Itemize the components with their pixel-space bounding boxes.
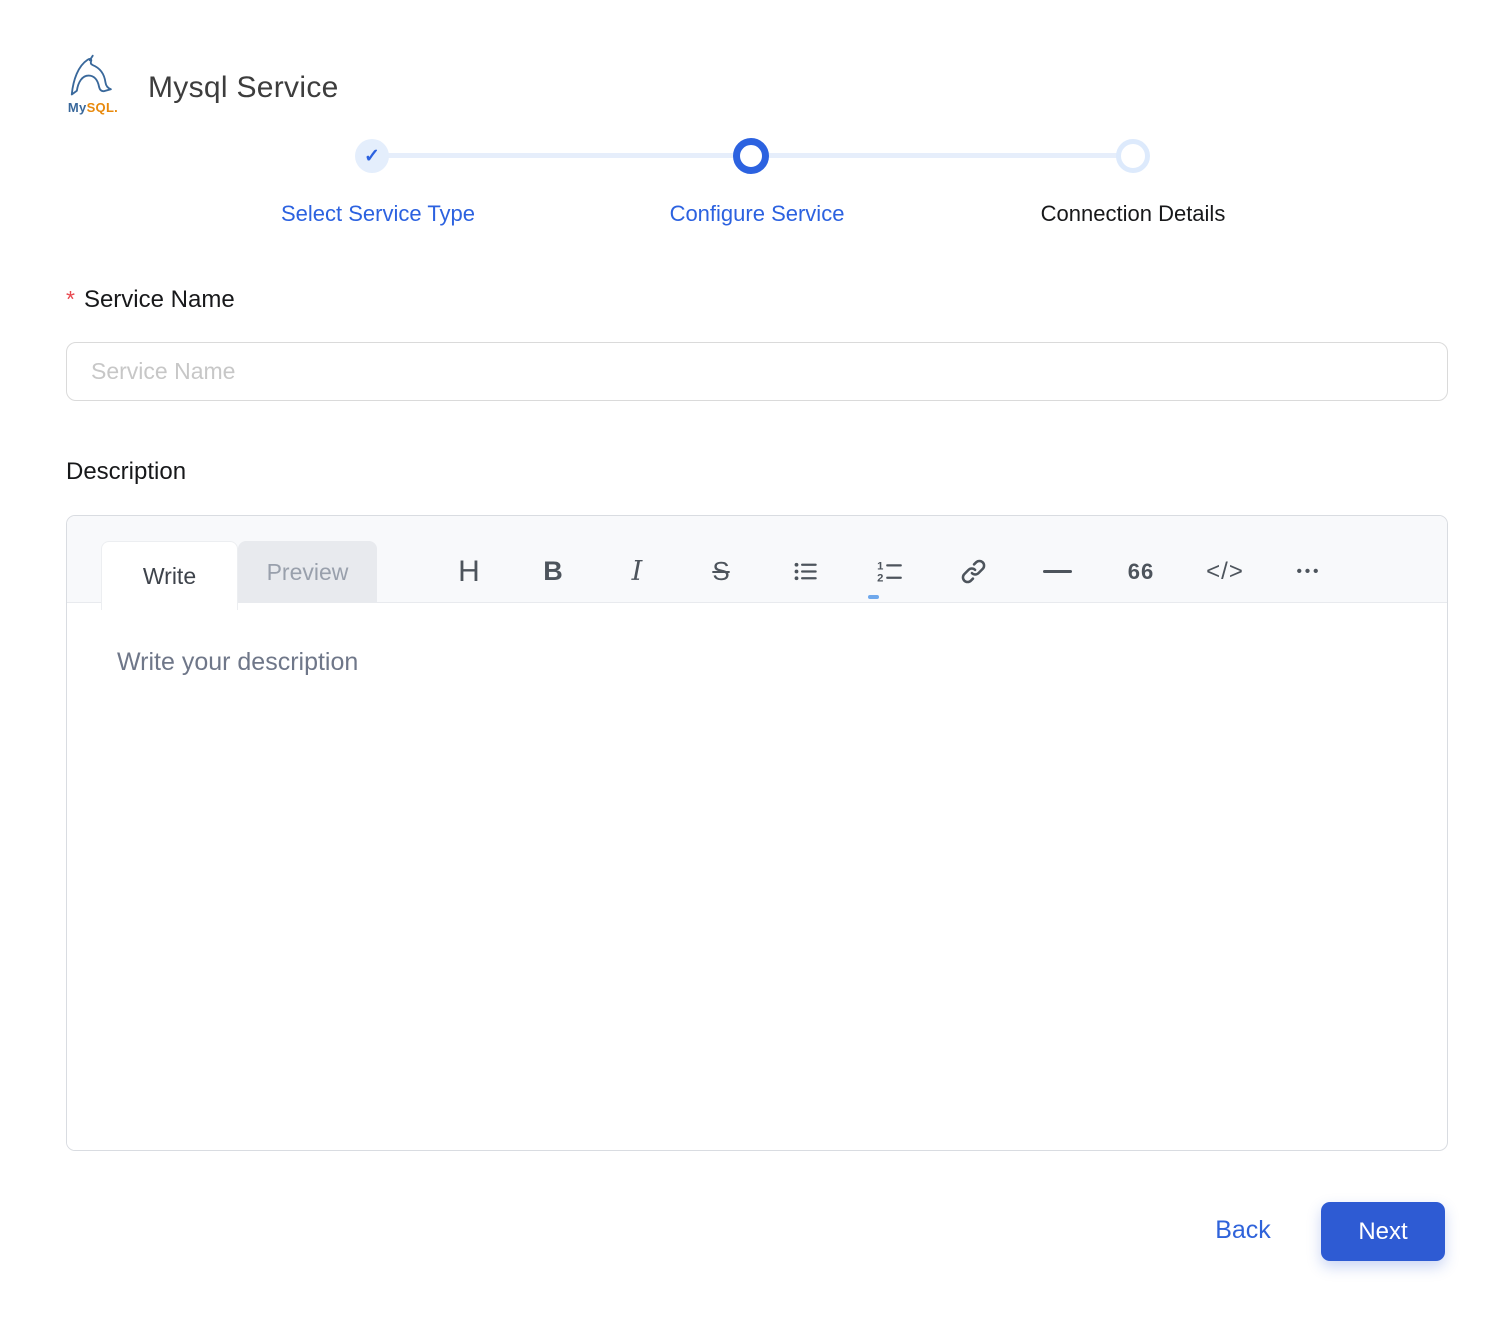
strikethrough-button[interactable]: S	[679, 540, 763, 603]
ordered-list-active-marker	[868, 595, 879, 599]
back-button[interactable]: Back	[1198, 1216, 1288, 1245]
page-title: Mysql Service	[148, 71, 339, 105]
horizontal-rule-icon	[1043, 570, 1072, 573]
link-button[interactable]	[931, 540, 1015, 603]
formatting-toolbar: H B I S 1 2	[427, 540, 1351, 603]
quote-button[interactable]: 66	[1099, 540, 1183, 603]
quote-icon: 66	[1128, 559, 1154, 585]
code-icon: </>	[1206, 558, 1244, 586]
mysql-dolphin-icon	[65, 52, 121, 100]
step-label-select-service-type[interactable]: Select Service Type	[218, 201, 538, 227]
unordered-list-icon	[792, 558, 819, 585]
service-name-input[interactable]	[66, 342, 1448, 401]
unordered-list-button[interactable]	[763, 540, 847, 603]
horizontal-rule-button[interactable]	[1015, 540, 1099, 603]
description-label: Description	[66, 458, 186, 486]
logo-text-my: My	[68, 100, 87, 115]
tab-write[interactable]: Write	[101, 541, 238, 610]
step-circle-connection-details[interactable]	[1116, 139, 1150, 173]
strikethrough-icon: S	[712, 556, 729, 587]
editor-toolbar: Write Preview H B I S 1 2	[67, 516, 1447, 603]
description-textarea[interactable]	[67, 604, 1446, 1150]
italic-button[interactable]: I	[595, 540, 679, 603]
step-circle-select-service-type[interactable]: ✓	[355, 139, 389, 173]
description-editor: Write Preview H B I S 1 2	[66, 515, 1448, 1151]
code-button[interactable]: </>	[1183, 540, 1267, 603]
stepper-connector-1	[372, 153, 751, 158]
italic-icon: I	[632, 556, 643, 587]
heading-icon: H	[458, 555, 480, 589]
service-name-label: Service Name	[84, 286, 235, 313]
logo-text-sql: SQL.	[87, 100, 119, 115]
svg-text:1: 1	[877, 560, 883, 572]
tab-preview[interactable]: Preview	[238, 541, 377, 603]
service-name-label-row: * Service Name	[66, 286, 235, 314]
mysql-logo: MySQL.	[58, 52, 128, 124]
more-options-icon: •••	[1297, 563, 1322, 580]
more-button[interactable]: •••	[1267, 540, 1351, 603]
step-label-connection-details[interactable]: Connection Details	[973, 201, 1293, 227]
svg-text:2: 2	[877, 573, 883, 585]
required-asterisk: *	[66, 286, 75, 312]
step-label-configure-service[interactable]: Configure Service	[597, 201, 917, 227]
step-circle-configure-service[interactable]	[733, 138, 769, 174]
stepper-connector-2	[751, 153, 1133, 158]
heading-button[interactable]: H	[427, 540, 511, 603]
ordered-list-button[interactable]: 1 2	[847, 540, 931, 603]
ordered-list-icon: 1 2	[876, 558, 903, 585]
next-button[interactable]: Next	[1321, 1202, 1445, 1261]
check-icon: ✓	[364, 145, 380, 168]
link-icon	[960, 558, 987, 585]
mysql-logo-text: MySQL.	[68, 101, 118, 114]
bold-button[interactable]: B	[511, 540, 595, 603]
bold-icon: B	[543, 556, 563, 587]
mysql-service-wizard: MySQL. Mysql Service ✓ Select Service Ty…	[0, 0, 1504, 1326]
